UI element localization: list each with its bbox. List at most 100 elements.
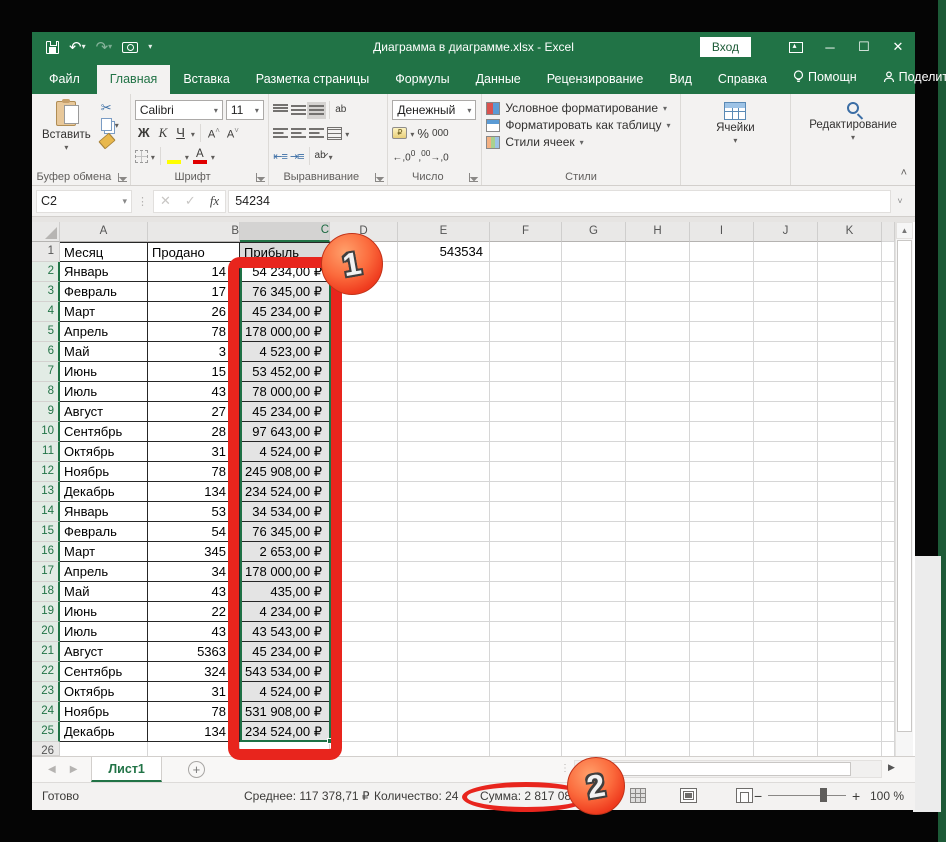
empty-cell[interactable]	[562, 362, 626, 382]
empty-cell[interactable]	[562, 662, 626, 682]
number-dialog-launcher-icon[interactable]	[469, 173, 478, 182]
cell-month[interactable]: Март	[60, 542, 148, 562]
empty-cell[interactable]	[562, 242, 626, 262]
empty-cell[interactable]	[330, 482, 398, 502]
column-header-f[interactable]: F	[490, 222, 562, 242]
cell-sold[interactable]: 22	[148, 602, 240, 622]
empty-cell[interactable]	[818, 582, 882, 602]
empty-cell[interactable]	[398, 682, 490, 702]
empty-cell[interactable]	[398, 442, 490, 462]
empty-cell[interactable]	[754, 642, 818, 662]
empty-cell[interactable]	[330, 622, 398, 642]
alignment-dialog-launcher-icon[interactable]	[375, 173, 384, 182]
empty-cell[interactable]	[754, 622, 818, 642]
empty-cell[interactable]	[398, 722, 490, 742]
currency-dropdown-icon[interactable]: ▾	[410, 130, 414, 139]
empty-cell[interactable]	[330, 362, 398, 382]
empty-cell[interactable]	[562, 382, 626, 402]
zoom-out-icon[interactable]: −	[754, 788, 762, 804]
empty-cell[interactable]	[330, 642, 398, 662]
tab-view[interactable]: Вид	[656, 65, 705, 94]
cell-month[interactable]: Май	[60, 342, 148, 362]
empty-cell[interactable]	[490, 622, 562, 642]
empty-cell[interactable]	[626, 622, 690, 642]
row-header[interactable]: 4	[32, 302, 60, 322]
empty-cell[interactable]	[398, 502, 490, 522]
cell-profit[interactable]: 543 534,00 ₽	[240, 662, 330, 682]
empty-cell[interactable]	[690, 602, 754, 622]
cell-month[interactable]: Июнь	[60, 362, 148, 382]
row-header[interactable]: 2	[32, 262, 60, 282]
empty-cell[interactable]	[690, 282, 754, 302]
empty-cell[interactable]	[240, 742, 330, 756]
increase-decimal-icon[interactable]: ←,00	[392, 148, 415, 163]
cell-profit[interactable]: 78 000,00 ₽	[240, 382, 330, 402]
align-middle-icon[interactable]	[291, 104, 306, 117]
zoom-in-icon[interactable]: +	[852, 788, 860, 804]
cell-month[interactable]: Октябрь	[60, 442, 148, 462]
empty-cell[interactable]	[818, 602, 882, 622]
cell-month[interactable]: Январь	[60, 262, 148, 282]
empty-cell[interactable]	[818, 702, 882, 722]
empty-cell[interactable]	[818, 442, 882, 462]
empty-cell[interactable]	[690, 702, 754, 722]
empty-cell[interactable]	[690, 242, 754, 262]
empty-cell[interactable]	[398, 522, 490, 542]
empty-cell[interactable]	[330, 742, 398, 756]
row-header[interactable]: 7	[32, 362, 60, 382]
empty-cell[interactable]	[398, 562, 490, 582]
cell-month[interactable]: Январь	[60, 502, 148, 522]
empty-cell[interactable]	[490, 662, 562, 682]
empty-cell[interactable]	[818, 722, 882, 742]
minimize-button[interactable]: ─	[813, 32, 847, 62]
cell-profit[interactable]: 178 000,00 ₽	[240, 322, 330, 342]
copy-icon[interactable]	[101, 118, 112, 131]
cell-sold[interactable]: 34	[148, 562, 240, 582]
close-button[interactable]: ✕	[881, 32, 915, 62]
empty-cell[interactable]	[818, 342, 882, 362]
empty-cell[interactable]	[626, 402, 690, 422]
row-header[interactable]: 15	[32, 522, 60, 542]
empty-cell[interactable]	[562, 522, 626, 542]
empty-cell[interactable]	[490, 722, 562, 742]
cell-month[interactable]: Март	[60, 302, 148, 322]
empty-cell[interactable]	[626, 482, 690, 502]
cell-profit[interactable]: 76 345,00 ₽	[240, 522, 330, 542]
empty-cell[interactable]	[626, 262, 690, 282]
cancel-entry-icon[interactable]: ✕	[160, 193, 171, 209]
empty-cell[interactable]	[754, 702, 818, 722]
empty-cell[interactable]	[626, 542, 690, 562]
name-box[interactable]: C2▾	[36, 190, 132, 213]
undo-icon[interactable]: ↶▾	[69, 40, 86, 55]
empty-cell[interactable]	[754, 542, 818, 562]
empty-cell[interactable]	[626, 282, 690, 302]
empty-cell[interactable]	[490, 442, 562, 462]
cell-sold[interactable]: 43	[148, 582, 240, 602]
tab-share[interactable]: Поделиться	[870, 63, 946, 94]
empty-cell[interactable]	[626, 742, 690, 756]
empty-cell[interactable]	[690, 262, 754, 282]
empty-cell[interactable]	[818, 622, 882, 642]
align-right-icon[interactable]	[309, 127, 324, 140]
comma-style-icon[interactable]: 000	[432, 128, 449, 139]
cell-sold[interactable]: 134	[148, 722, 240, 742]
empty-cell[interactable]	[818, 422, 882, 442]
new-sheet-icon[interactable]: +	[188, 761, 205, 778]
column-header-h[interactable]: H	[626, 222, 690, 242]
row-header[interactable]: 19	[32, 602, 60, 622]
underline-button[interactable]: Ч	[173, 124, 188, 142]
empty-cell[interactable]	[490, 282, 562, 302]
empty-cell[interactable]	[398, 322, 490, 342]
row-header[interactable]: 20	[32, 622, 60, 642]
borders-icon[interactable]	[135, 150, 148, 163]
empty-cell[interactable]	[818, 742, 882, 756]
empty-cell[interactable]	[398, 422, 490, 442]
empty-cell[interactable]	[562, 702, 626, 722]
confirm-entry-icon[interactable]: ✓	[185, 193, 196, 209]
cell-sold[interactable]: 17	[148, 282, 240, 302]
cell-profit[interactable]: 245 908,00 ₽	[240, 462, 330, 482]
empty-cell[interactable]	[490, 362, 562, 382]
cell-profit[interactable]: 531 908,00 ₽	[240, 702, 330, 722]
cell-month[interactable]: Июль	[60, 382, 148, 402]
column-header-b[interactable]: B	[148, 222, 240, 242]
